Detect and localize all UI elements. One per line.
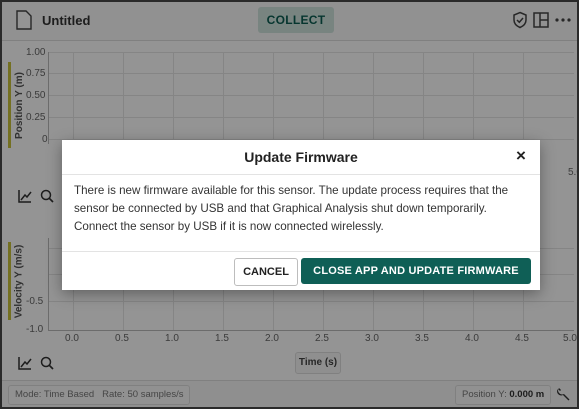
close-app-and-update-firmware-button[interactable]: CLOSE APP AND UPDATE FIRMWARE [301, 258, 531, 284]
dialog-header: Update Firmware × [62, 140, 540, 175]
update-firmware-dialog: Update Firmware × There is new firmware … [62, 140, 540, 290]
dialog-title: Update Firmware [244, 149, 358, 165]
cancel-button[interactable]: CANCEL [234, 258, 298, 286]
dialog-message: There is new firmware available for this… [74, 184, 509, 233]
app-window: Untitled COLLECT Position Y (m) 1.00 0.7… [0, 0, 579, 409]
dialog-divider [62, 251, 540, 252]
close-icon[interactable]: × [512, 147, 530, 165]
